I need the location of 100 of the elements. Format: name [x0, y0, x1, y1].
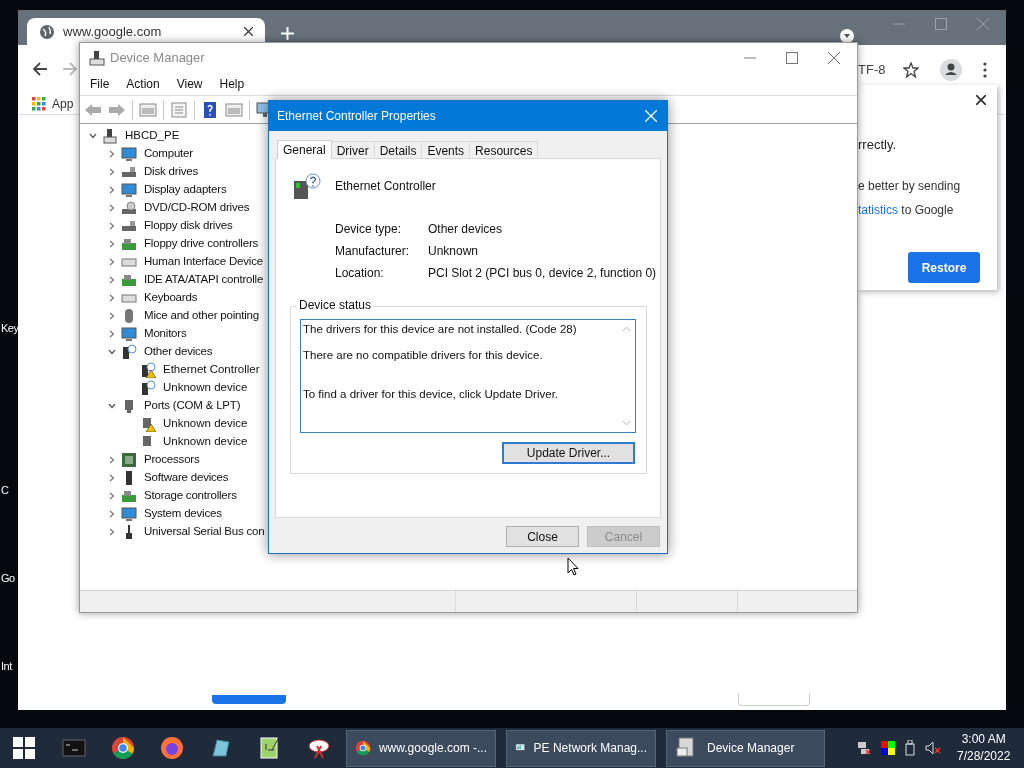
disc-drive-icon — [121, 200, 137, 216]
windows-start-icon[interactable] — [13, 737, 35, 759]
device-icon — [121, 344, 137, 360]
star-icon[interactable] — [903, 62, 919, 78]
tree-item[interactable]: Mice and other pointing — [144, 307, 259, 325]
snipping-icon[interactable] — [307, 736, 331, 760]
status-text: The drivers for this device are not installed. (Code 28) There are no compatible drivers for this device. To find a driver for this device, click Update Driver. — [302, 322, 578, 402]
tree-item[interactable]: Floppy drive controllers — [144, 235, 259, 253]
menu-item[interactable]: View — [176, 75, 203, 93]
dialog-title: Ethernet Controller Properties — [277, 108, 437, 125]
drive-icon — [121, 218, 137, 234]
dialog-tab[interactable]: Events — [422, 141, 471, 158]
statistics-link[interactable]: tatistics — [858, 203, 898, 217]
dialog-button[interactable]: Close — [506, 526, 579, 547]
mouse-pointer-icon — [567, 557, 579, 577]
clock-time: 3:00 AM — [961, 731, 1006, 748]
tree-item[interactable]: HBCD_PE — [125, 127, 180, 145]
tree-item[interactable]: DVD/CD-ROM drives — [144, 199, 250, 217]
monitor-icon — [121, 326, 137, 342]
board-icon — [121, 236, 137, 252]
dialog-tab[interactable]: Driver — [331, 141, 375, 158]
bookmark-link[interactable]: App — [52, 94, 74, 113]
chrome-icon[interactable] — [111, 736, 135, 760]
tree-item[interactable]: IDE ATA/ATAPI controlle — [144, 271, 264, 289]
tree-item[interactable]: Disk drives — [144, 163, 199, 181]
drive-icon — [121, 164, 137, 180]
restore-button[interactable]: Restore — [908, 252, 980, 283]
forward-arrow-icon[interactable] — [108, 101, 126, 118]
monitor-icon — [121, 182, 137, 198]
menu-icon[interactable] — [983, 62, 987, 78]
back-arrow-icon[interactable] — [32, 61, 48, 77]
monitor-icon — [121, 146, 137, 162]
network-error-icon[interactable] — [857, 741, 871, 755]
menu-item[interactable]: Help — [219, 75, 245, 93]
group-label: Device status — [297, 298, 374, 312]
color-display-icon[interactable] — [881, 741, 895, 755]
tree-item[interactable]: Unknown device — [163, 379, 248, 397]
taskbar-window-button[interactable]: PE Network Manag... — [506, 729, 656, 767]
dialog-tab[interactable]: Details — [374, 141, 423, 158]
device-name: Ethernet Controller — [335, 178, 436, 195]
taskbar-window-button[interactable]: Device Manager — [666, 729, 825, 767]
tree-item[interactable]: Computer — [144, 145, 193, 163]
usb-drive-icon[interactable] — [905, 740, 915, 756]
popup-heading: rrectly. — [858, 137, 897, 152]
desktop-icon-label[interactable]: C — [1, 484, 9, 497]
tree-item[interactable]: System devices — [144, 505, 222, 523]
unknown-device-icon — [293, 173, 321, 201]
field-value: Other devices — [428, 221, 503, 234]
field-value: Unknown — [428, 243, 479, 256]
board-icon — [121, 488, 137, 504]
dialog-tab[interactable]: Resources — [470, 141, 539, 158]
tree-item[interactable]: Keyboards — [144, 289, 198, 307]
tree-item[interactable]: Software devices — [144, 469, 229, 487]
tree-item[interactable]: Other devices — [144, 343, 213, 361]
desktop-icon-label[interactable]: Int — [1, 660, 12, 673]
field-label: Manufacturer: — [335, 243, 411, 256]
tree-item[interactable]: Monitors — [144, 325, 187, 343]
tab-title: www.google.com — [63, 22, 163, 41]
tree-item[interactable]: Storage controllers — [144, 487, 237, 505]
tree-item[interactable]: Ports (COM & LPT) — [144, 397, 241, 415]
firefox-icon[interactable] — [160, 736, 184, 760]
tree-item[interactable]: Processors — [144, 451, 200, 469]
tree-item[interactable]: Unknown device — [163, 415, 248, 433]
new-tab-icon[interactable] — [281, 27, 294, 40]
terminal-icon[interactable] — [62, 736, 86, 760]
tree-item[interactable]: Unknown device — [163, 433, 248, 451]
dropdown-icon[interactable] — [840, 29, 854, 43]
close-icon[interactable] — [244, 27, 253, 36]
computer-icon — [102, 128, 118, 144]
tree-item[interactable]: Ethernet Controller — [163, 361, 260, 379]
profile-icon[interactable] — [940, 59, 962, 81]
desktop-icon-label[interactable]: Go — [1, 572, 15, 585]
popup-text: e better by sending — [858, 178, 961, 195]
taskbar-window-button[interactable]: www.google.com -... — [346, 729, 496, 767]
maximize-icon[interactable] — [786, 52, 798, 64]
menu-item[interactable]: File — [90, 75, 110, 93]
dialog-tab[interactable]: General — [277, 140, 332, 159]
monitor-icon — [121, 506, 137, 522]
desktop-icon-label[interactable]: Key — [1, 322, 19, 335]
apps-grid-icon[interactable] — [32, 96, 46, 111]
popup-text: tatistics to Google — [858, 202, 955, 219]
chip-icon — [121, 452, 137, 468]
clock-date: 7/28/2022 — [957, 748, 1011, 765]
speaker-muted-icon[interactable] — [925, 741, 941, 755]
field-label: Device type: — [335, 221, 403, 234]
field-label: Location: — [335, 265, 385, 278]
tree-item[interactable]: Display adapters — [144, 181, 227, 199]
encoding-label: TF-8 — [858, 61, 886, 79]
menu-item[interactable]: Action — [126, 75, 160, 93]
device-manager-icon — [89, 50, 105, 66]
field-value: PCI Slot 2 (PCI bus 0, device 2, function 0) — [428, 265, 657, 278]
tree-item[interactable]: Floppy disk drives — [144, 217, 233, 235]
close-icon[interactable] — [976, 95, 986, 105]
tree-item[interactable]: Human Interface Device — [144, 253, 263, 271]
board-icon — [121, 272, 137, 288]
tree-item[interactable]: Universal Serial Bus con — [144, 523, 265, 541]
help-icon[interactable] — [201, 101, 219, 118]
update-driver-button[interactable]: Update Driver... — [502, 442, 635, 464]
app-icon[interactable] — [209, 736, 233, 760]
window-title: Device Manager — [110, 49, 206, 68]
